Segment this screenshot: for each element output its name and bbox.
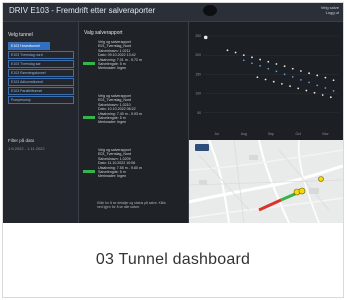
- project-card[interactable]: DRIV E103 - Fremdrift etter salveraporte…: [2, 2, 344, 298]
- data-point[interactable]: [321, 94, 324, 96]
- camera-notch-icon: [203, 5, 217, 16]
- data-point[interactable]: [275, 63, 278, 65]
- tunnel-list: E103 Hovedtunnel E103 Tverrslag nord E10…: [8, 42, 74, 105]
- data-point[interactable]: [308, 81, 310, 84]
- y-tick-label: 150: [195, 72, 201, 76]
- y-tick-label: 200: [195, 53, 201, 57]
- report-text: Velg og salverapport E03_Tverrslag_Nord …: [98, 40, 166, 71]
- data-point[interactable]: [283, 65, 286, 68]
- data-point[interactable]: [291, 67, 294, 70]
- y-tick-label: 50: [197, 111, 201, 115]
- data-point[interactable]: [259, 58, 262, 61]
- app-title: DRIV E103 - Fremdrift etter salveraporte…: [9, 6, 156, 15]
- y-tick-label: 100: [195, 92, 201, 96]
- data-point[interactable]: [332, 79, 335, 82]
- data-point[interactable]: [280, 83, 283, 85]
- data-point[interactable]: [329, 96, 332, 99]
- caption-area: 03 Tunnel dashboard: [3, 223, 343, 297]
- map-zoom-control[interactable]: [195, 144, 209, 151]
- date-filter-value[interactable]: 1.6.2022 - 1.11.2022: [8, 146, 45, 151]
- blast-report-item[interactable]: Velg og salverapport E03_Tverrslag_Nord …: [83, 94, 185, 144]
- data-point[interactable]: [226, 49, 229, 52]
- status-bar: [83, 116, 95, 119]
- tunnel-item[interactable]: E103 Adkomsttunnel: [8, 78, 74, 86]
- report-help-text: Klikk for å se detaljer og status på sal…: [97, 201, 166, 210]
- data-point[interactable]: [324, 87, 327, 89]
- blast-marker: [298, 187, 306, 195]
- x-tick-label: Nov: [322, 132, 328, 136]
- data-point[interactable]: [297, 87, 300, 90]
- tunnel-alignment-red: [258, 198, 282, 212]
- data-point[interactable]: [251, 62, 253, 65]
- data-point[interactable]: [332, 90, 335, 92]
- data-point[interactable]: [242, 54, 245, 57]
- blast-marker: [318, 176, 324, 182]
- data-point[interactable]: [300, 78, 302, 81]
- card-title: 03 Tunnel dashboard: [95, 251, 251, 268]
- data-point[interactable]: [313, 91, 316, 94]
- report-line: Merknader: Ingen: [98, 120, 127, 125]
- tunnel-alignment-green: [280, 192, 296, 202]
- data-point[interactable]: [264, 78, 267, 81]
- tunnel-item[interactable]: E103 Rømningstunnel: [8, 69, 74, 77]
- map-canvas: [189, 140, 343, 223]
- data-point[interactable]: [259, 64, 262, 67]
- report-text: Velg og salverapport E03_Tverrslag_Nord …: [98, 148, 166, 179]
- data-point[interactable]: [305, 89, 308, 92]
- data-point[interactable]: [316, 74, 319, 77]
- tunnel-item[interactable]: E103 Tverrslag sør: [8, 60, 74, 68]
- status-bar: [83, 62, 95, 65]
- tunnel-selector-heading: Velg tunnel: [8, 32, 33, 38]
- data-point[interactable]: [275, 70, 278, 73]
- data-point[interactable]: [267, 60, 270, 63]
- tunnel-item[interactable]: E103 Parallelltunnel: [8, 87, 74, 95]
- data-point[interactable]: [256, 76, 259, 79]
- tunnel-item[interactable]: E103 Tverrslag nord: [8, 51, 74, 59]
- y-tick-label: 250: [195, 34, 201, 38]
- data-point[interactable]: [234, 51, 237, 54]
- date-filter-label: Filter på dato: [8, 138, 35, 143]
- data-point[interactable]: [300, 70, 302, 72]
- user-menu[interactable]: Velg salve Logg ut: [321, 5, 339, 15]
- data-point[interactable]: [308, 72, 310, 75]
- status-bar: [83, 170, 95, 173]
- blast-report-item[interactable]: Velg og salverapport E03_Tverrslag_Nord …: [83, 40, 185, 90]
- data-point[interactable]: [324, 76, 327, 79]
- progress-chart: 250 200 150 100 50 Jul Aug Sep Oct Nov: [195, 34, 339, 136]
- data-point[interactable]: [272, 80, 275, 83]
- tunnel-selector-panel: Velg tunnel E103 Hovedtunnel E103 Tverrs…: [3, 22, 79, 223]
- data-point[interactable]: [242, 59, 245, 62]
- x-tick-label: Jul: [214, 132, 219, 136]
- app-header: DRIV E103 - Fremdrift etter salveraporte…: [3, 3, 343, 22]
- data-point[interactable]: [251, 56, 253, 59]
- data-point[interactable]: [316, 84, 319, 87]
- data-point[interactable]: [283, 73, 286, 76]
- tunnel-item[interactable]: E103 Hovedtunnel: [8, 42, 50, 50]
- progress-chart-panel: 250 200 150 100 50 Jul Aug Sep Oct Nov: [189, 22, 343, 139]
- user-line-2[interactable]: Logg ut: [321, 10, 339, 15]
- x-tick-label: Oct: [296, 132, 301, 136]
- blast-report-item[interactable]: Velg og salverapport E03_Tverrslag_Nord …: [83, 148, 185, 198]
- report-line: Merknader: Ingen: [98, 66, 127, 71]
- tunnel-map[interactable]: [189, 140, 343, 223]
- x-tick-label: Sep: [268, 132, 274, 136]
- blast-report-heading: Valg salverapport: [84, 30, 123, 36]
- data-point[interactable]: [289, 85, 291, 88]
- dashboard-screenshot: DRIV E103 - Fremdrift etter salveraporte…: [3, 3, 343, 223]
- report-line: Merknader: Ingen: [98, 174, 127, 179]
- x-tick-label: Aug: [241, 132, 247, 136]
- report-text: Velg og salverapport E03_Tverrslag_Nord …: [98, 94, 166, 125]
- data-point[interactable]: [291, 75, 294, 78]
- data-point[interactable]: [203, 35, 208, 40]
- tunnel-item[interactable]: Pumpesump: [8, 96, 74, 104]
- blast-report-panel: Valg salverapport Velg og salverapport E…: [79, 22, 189, 223]
- data-point[interactable]: [267, 67, 270, 70]
